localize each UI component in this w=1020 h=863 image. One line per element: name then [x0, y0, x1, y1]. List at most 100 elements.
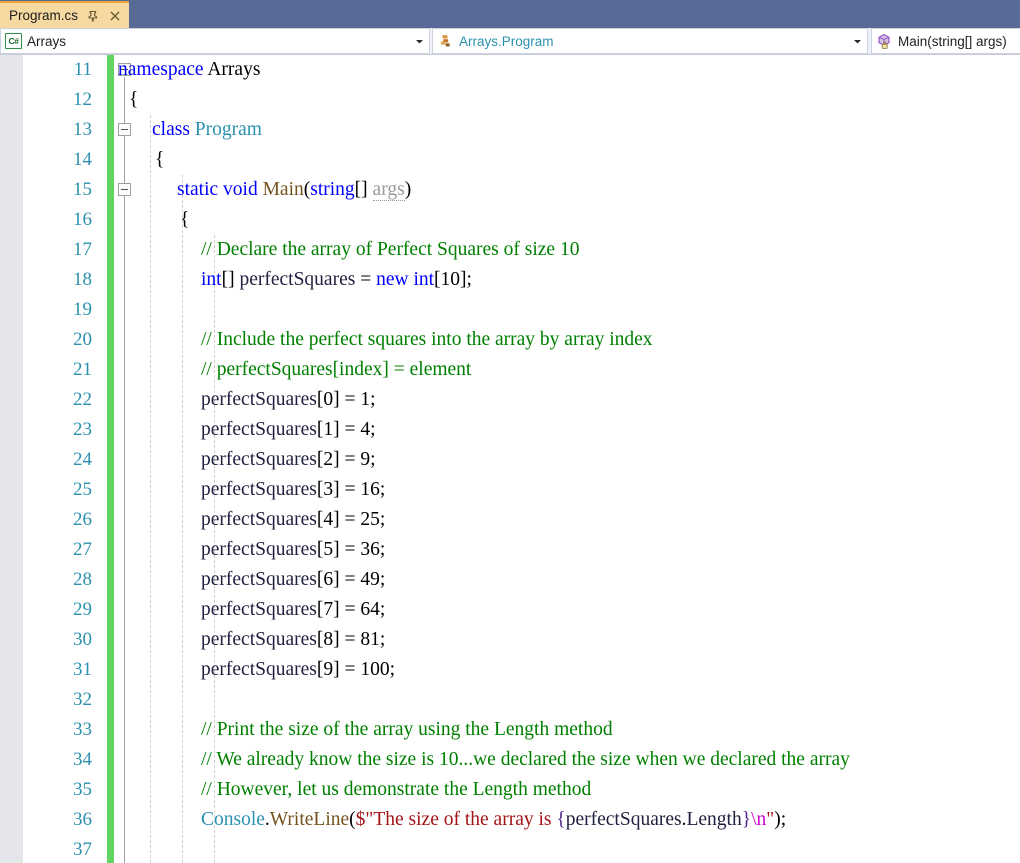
code-text: // perfectSquares[index] = element: [201, 359, 472, 380]
code-text: static void Main(string[] args): [177, 179, 412, 201]
code-lines[interactable]: 11 namespace Arrays 12 { 13 class Progra…: [0, 55, 1020, 863]
code-text: namespace Arrays: [118, 59, 261, 80]
tab-title: Program.cs: [9, 7, 79, 23]
outline-toggle-class[interactable]: [118, 123, 131, 136]
csharp-file-icon: C#: [5, 33, 22, 50]
code-text: // Declare the array of Perfect Squares …: [201, 239, 580, 260]
code-line[interactable]: 14 {: [0, 145, 1020, 175]
code-line[interactable]: 26 perfectSquares[4] = 25;: [0, 505, 1020, 535]
code-text: // However, let us demonstrate the Lengt…: [201, 779, 592, 800]
type-dropdown[interactable]: Arrays.Program: [432, 28, 868, 54]
code-text: {: [155, 149, 165, 170]
line-number: 24: [73, 449, 92, 470]
line-number: 17: [73, 239, 92, 260]
code-line[interactable]: 13 class Program: [0, 115, 1020, 145]
code-line[interactable]: 16 {: [0, 205, 1020, 235]
editor-tab-program-cs[interactable]: Program.cs: [0, 1, 130, 28]
code-text: perfectSquares[7] = 64;: [201, 599, 386, 620]
project-dropdown-value: Arrays: [27, 33, 67, 49]
line-number: 27: [73, 539, 92, 560]
outline-toggle-method[interactable]: [118, 183, 131, 196]
code-text: perfectSquares[8] = 81;: [201, 629, 386, 650]
code-line[interactable]: 23 perfectSquares[1] = 4;: [0, 415, 1020, 445]
code-line[interactable]: 28 perfectSquares[6] = 49;: [0, 565, 1020, 595]
csharp-badge-text: C#: [5, 33, 22, 49]
code-line[interactable]: 24 perfectSquares[2] = 9;: [0, 445, 1020, 475]
code-line[interactable]: 36 Console.WriteLine($"The size of the a…: [0, 805, 1020, 835]
pin-icon[interactable]: [85, 8, 100, 23]
code-text: perfectSquares[4] = 25;: [201, 509, 386, 530]
code-text: perfectSquares[6] = 49;: [201, 569, 386, 590]
line-number: 11: [73, 59, 92, 80]
code-line[interactable]: 18 int[] perfectSquares = new int[10];: [0, 265, 1020, 295]
code-text: // Include the perfect squares into the …: [201, 329, 653, 350]
code-text: // We already know the size is 10...we d…: [201, 749, 850, 770]
line-number: 18: [73, 269, 92, 290]
code-line[interactable]: 15 static void Main(string[] args): [0, 175, 1020, 205]
close-icon[interactable]: [107, 8, 122, 23]
line-number: 19: [73, 299, 92, 320]
line-number: 33: [73, 719, 92, 740]
code-text: int[] perfectSquares = new int[10];: [201, 269, 472, 290]
code-text: {: [180, 209, 190, 230]
line-number: 22: [73, 389, 92, 410]
code-line[interactable]: 11 namespace Arrays: [0, 55, 1020, 85]
code-line[interactable]: 22 perfectSquares[0] = 1;: [0, 385, 1020, 415]
line-number: 21: [73, 359, 92, 380]
code-line[interactable]: 21 // perfectSquares[index] = element: [0, 355, 1020, 385]
line-number: 14: [73, 149, 92, 170]
line-number: 35: [73, 779, 92, 800]
code-line[interactable]: 17 // Declare the array of Perfect Squar…: [0, 235, 1020, 265]
editor-tab-strip: Program.cs: [0, 0, 1020, 28]
project-dropdown[interactable]: C# Arrays: [0, 28, 430, 54]
code-line[interactable]: 29 perfectSquares[7] = 64;: [0, 595, 1020, 625]
line-number: 28: [73, 569, 92, 590]
line-number: 23: [73, 419, 92, 440]
line-number: 37: [73, 839, 92, 860]
code-text: perfectSquares[5] = 36;: [201, 539, 386, 560]
code-text: perfectSquares[2] = 9;: [201, 449, 376, 470]
chevron-down-icon[interactable]: [850, 38, 865, 45]
line-number: 25: [73, 479, 92, 500]
code-editor[interactable]: 11 namespace Arrays 12 { 13 class Progra…: [0, 55, 1020, 863]
code-text: perfectSquares[0] = 1;: [201, 389, 376, 410]
line-number: 13: [73, 119, 92, 140]
code-text: // Print the size of the array using the…: [201, 719, 613, 740]
line-number: 31: [73, 659, 92, 680]
method-private-icon: [876, 33, 893, 50]
code-text: class Program: [152, 119, 262, 140]
code-text: perfectSquares[1] = 4;: [201, 419, 376, 440]
line-number: 26: [73, 509, 92, 530]
line-number: 34: [73, 749, 92, 770]
code-text: perfectSquares[3] = 16;: [201, 479, 386, 500]
code-line[interactable]: 31 perfectSquares[9] = 100;: [0, 655, 1020, 685]
code-line[interactable]: 12 {: [0, 85, 1020, 115]
member-dropdown-value: Main(string[] args): [898, 33, 1007, 49]
code-line[interactable]: 34 // We already know the size is 10...w…: [0, 745, 1020, 775]
code-text: perfectSquares[9] = 100;: [201, 659, 396, 680]
code-text: {: [129, 89, 139, 110]
line-number: 29: [73, 599, 92, 620]
class-icon: [437, 33, 454, 50]
code-line[interactable]: 25 perfectSquares[3] = 16;: [0, 475, 1020, 505]
code-line[interactable]: 30 perfectSquares[8] = 81;: [0, 625, 1020, 655]
chevron-down-icon[interactable]: [412, 38, 427, 45]
code-line[interactable]: 33 // Print the size of the array using …: [0, 715, 1020, 745]
type-dropdown-value: Arrays.Program: [459, 33, 554, 49]
code-line[interactable]: 35 // However, let us demonstrate the Le…: [0, 775, 1020, 805]
line-number: 36: [73, 809, 92, 830]
code-line[interactable]: 20 // Include the perfect squares into t…: [0, 325, 1020, 355]
member-dropdown[interactable]: Main(string[] args): [871, 28, 1020, 54]
code-line[interactable]: 32: [0, 685, 1020, 715]
line-number: 32: [73, 689, 92, 710]
line-number: 20: [73, 329, 92, 350]
line-number: 12: [73, 89, 92, 110]
line-number: 15: [73, 179, 92, 200]
code-line[interactable]: 37: [0, 835, 1020, 863]
line-number: 16: [73, 209, 92, 230]
code-line[interactable]: 27 perfectSquares[5] = 36;: [0, 535, 1020, 565]
line-number: 30: [73, 629, 92, 650]
code-text: Console.WriteLine($"The size of the arra…: [201, 809, 787, 830]
navigation-bar: C# Arrays Arrays.Program Main(string[] a…: [0, 28, 1020, 55]
code-line[interactable]: 19: [0, 295, 1020, 325]
